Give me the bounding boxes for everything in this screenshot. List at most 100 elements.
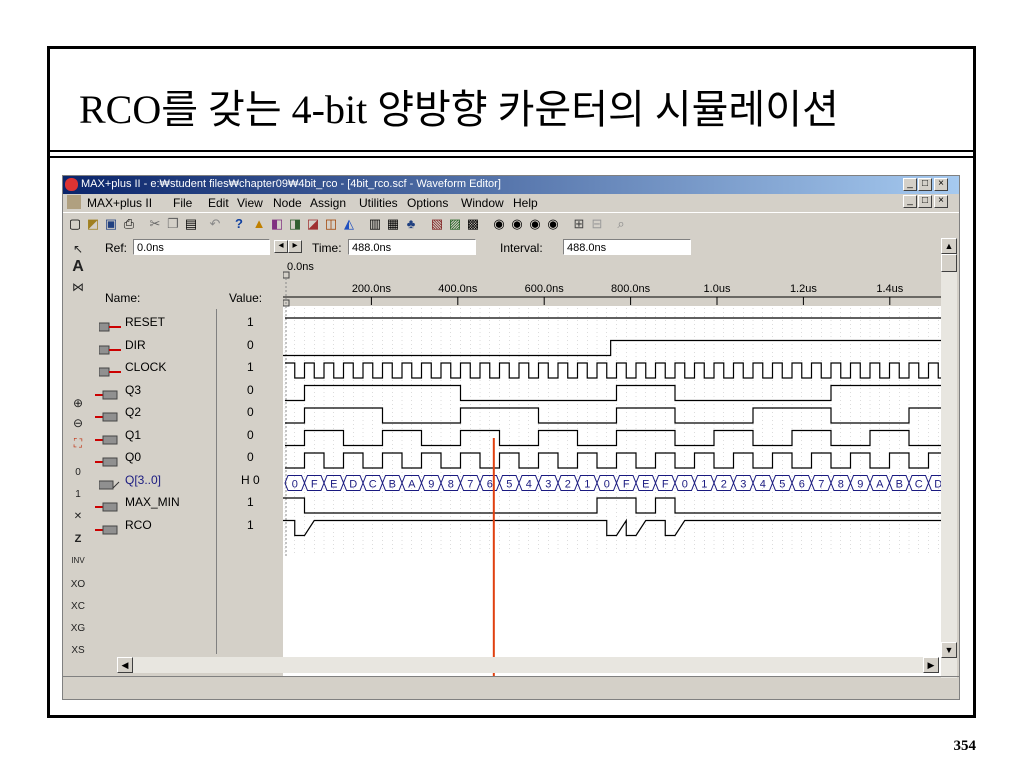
high-tool-icon[interactable]: 1	[69, 486, 87, 504]
programmer-icon[interactable]: ◫	[323, 216, 339, 232]
signal-name[interactable]: Q2	[125, 405, 141, 419]
unknown-tool-icon[interactable]: ✕	[69, 508, 87, 526]
bus-value-label: C	[369, 479, 377, 491]
signal-value: 1	[247, 360, 254, 374]
next-transition-button[interactable]: ▸	[288, 240, 302, 253]
timescale-label: 1.4us	[876, 283, 903, 295]
bus-value-label: E	[642, 479, 649, 491]
signal-name[interactable]: Q1	[125, 428, 141, 442]
vertical-scrollbar[interactable]: ▲ ▼	[941, 238, 957, 678]
bus-value-label: A	[876, 479, 884, 491]
open-icon[interactable]: ◩	[85, 216, 101, 232]
fit-window-icon[interactable]: ⛶	[69, 434, 87, 452]
minimize-button[interactable]: _	[903, 178, 917, 191]
window-titlebar[interactable]: MAX+plus II - e:₩student files₩chapter09…	[63, 176, 959, 194]
invert-tool-icon[interactable]: INV	[69, 552, 87, 570]
vertical-scroll-thumb[interactable]	[941, 254, 957, 272]
signal-value: 0	[247, 450, 254, 464]
copy-icon[interactable]: ❐	[165, 216, 181, 232]
menu-maxplus[interactable]: MAX+plus II	[87, 196, 152, 210]
doc-close-button[interactable]: ×	[934, 195, 948, 208]
menu-node[interactable]: Node	[273, 196, 302, 210]
page-number: 354	[953, 738, 977, 754]
simulator-icon[interactable]: ◨	[287, 216, 303, 232]
compile-run-icon[interactable]: ▦	[385, 216, 401, 232]
grid-icon[interactable]: ⊞	[571, 216, 587, 232]
ref-field[interactable]: 0.0ns	[133, 239, 270, 255]
waveform-display[interactable]: 200.0ns 400.0ns 600.0ns 800.0ns 1.0us 1.2us 1.…	[283, 256, 943, 676]
timing-icon[interactable]: ◪	[305, 216, 321, 232]
save-icon[interactable]: ▣	[103, 216, 119, 232]
bus-value-label: C	[915, 479, 923, 491]
overwrite-clock-icon[interactable]: XC	[69, 598, 87, 616]
time-field[interactable]: 488.0ns	[348, 239, 476, 255]
paste-icon[interactable]: ▤	[183, 216, 199, 232]
bus-value-label: 5	[779, 479, 785, 491]
menu-utilities[interactable]: Utilities	[359, 196, 398, 210]
interval-field[interactable]: 488.0ns	[563, 239, 691, 255]
node-tool-icon[interactable]: ⋈	[69, 278, 87, 296]
document-icon[interactable]	[67, 195, 81, 209]
signal-name[interactable]: RCO	[125, 518, 152, 532]
scroll-up-button[interactable]: ▲	[941, 238, 957, 254]
maximize-button[interactable]: □	[918, 178, 932, 191]
horizontal-scrollbar[interactable]: ◀ ▶	[117, 657, 939, 673]
menu-view[interactable]: View	[237, 196, 263, 210]
undo-icon[interactable]: ↶	[207, 216, 223, 232]
signal-name[interactable]: Q0	[125, 450, 141, 464]
grid-alt-icon[interactable]: ⊟	[589, 216, 605, 232]
overwrite-value-icon[interactable]: XO	[69, 576, 87, 594]
scroll-right-button[interactable]: ▶	[923, 657, 939, 673]
menu-options[interactable]: Options	[407, 196, 448, 210]
program-run-icon[interactable]: ▨	[447, 216, 463, 232]
signal-name[interactable]: DIR	[125, 338, 146, 352]
save-check-icon[interactable]: ▥	[367, 216, 383, 232]
compiler-icon[interactable]: ◧	[269, 216, 285, 232]
display-icon[interactable]: ▩	[465, 216, 481, 232]
menu-help[interactable]: Help	[513, 196, 538, 210]
probe-a-icon[interactable]: ◉	[491, 216, 507, 232]
search-icon[interactable]: ⌕	[613, 216, 629, 232]
bus-value-label: 2	[721, 479, 727, 491]
signal-value: 0	[247, 427, 254, 442]
new-file-icon[interactable]: ▢	[67, 216, 83, 232]
high-z-tool-icon[interactable]: Z	[69, 530, 87, 548]
menu-edit[interactable]: Edit	[208, 196, 229, 210]
simulate-run-icon[interactable]: ♣	[403, 216, 419, 232]
select-arrow-icon[interactable]: ↖	[69, 240, 87, 258]
maxplus-window: MAX+plus II - e:₩student files₩chapter09…	[62, 175, 960, 700]
signal-name[interactable]: MAX_MIN	[125, 495, 180, 509]
doc-restore-button[interactable]: □	[918, 195, 932, 208]
print-icon[interactable]: ⎙	[121, 216, 137, 232]
floorplan-icon[interactable]: ◭	[341, 216, 357, 232]
low-tool-icon[interactable]: 0	[69, 464, 87, 482]
menu-window[interactable]: Window	[461, 196, 504, 210]
scroll-down-button[interactable]: ▼	[941, 642, 957, 658]
menu-file[interactable]: File	[173, 196, 192, 210]
probe-d-icon[interactable]: ◉	[545, 216, 561, 232]
signal-name[interactable]: Q[3..0]	[125, 473, 161, 487]
signal-value: H 0	[241, 472, 260, 487]
grid-snap-icon[interactable]: XS	[69, 642, 87, 660]
prev-transition-button[interactable]: ◂	[274, 240, 288, 253]
doc-minimize-button[interactable]: _	[903, 195, 917, 208]
output-pin-icon	[95, 499, 119, 512]
signal-name[interactable]: RESET	[125, 315, 165, 329]
text-tool-icon[interactable]: A	[69, 258, 87, 276]
close-button[interactable]: ×	[934, 178, 948, 191]
hierarchy-icon[interactable]: ▲	[251, 216, 267, 232]
zoom-out-icon[interactable]: ⊖	[69, 414, 87, 432]
scroll-left-button[interactable]: ◀	[117, 657, 133, 673]
signal-name[interactable]: CLOCK	[125, 360, 166, 374]
help-pointer-icon[interactable]: ?	[231, 216, 247, 232]
probe-b-icon[interactable]: ◉	[509, 216, 525, 232]
overwrite-count-icon[interactable]: XG	[69, 620, 87, 638]
cut-icon[interactable]: ✂	[147, 216, 163, 232]
menu-assign[interactable]: Assign	[310, 196, 346, 210]
column-divider[interactable]	[216, 309, 217, 654]
zoom-in-icon[interactable]: ⊕	[69, 394, 87, 412]
signal-name[interactable]: Q3	[125, 383, 141, 397]
timing-run-icon[interactable]: ▧	[429, 216, 445, 232]
bus-value-label: F	[623, 479, 630, 491]
probe-c-icon[interactable]: ◉	[527, 216, 543, 232]
